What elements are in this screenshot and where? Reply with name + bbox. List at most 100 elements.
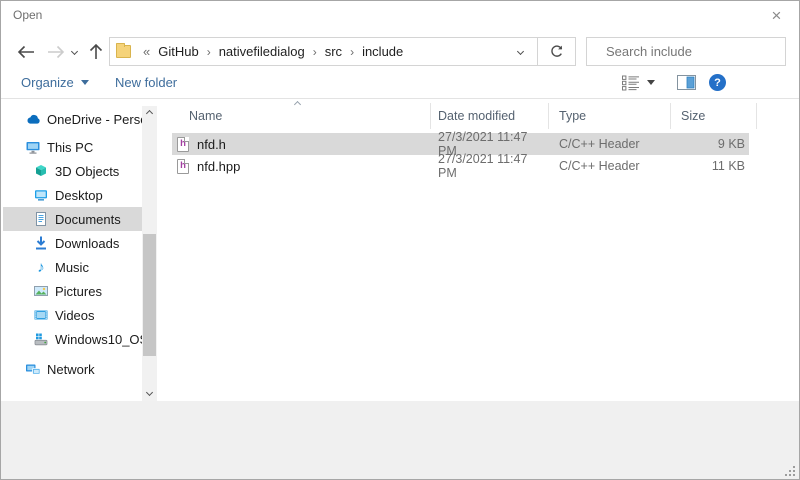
organize-dropdown-icon bbox=[81, 80, 89, 85]
refresh-button[interactable] bbox=[537, 37, 576, 66]
breadcrumb-separator: › bbox=[202, 45, 216, 59]
sidebar-item-this-pc[interactable]: This PC bbox=[3, 135, 142, 159]
sidebar-item-desktop[interactable]: Desktop bbox=[3, 183, 142, 207]
column-header-size[interactable]: Size bbox=[671, 103, 757, 129]
sidebar-item-network[interactable]: Network bbox=[3, 357, 142, 381]
desktop-icon bbox=[33, 187, 49, 203]
file-name: nfd.h bbox=[197, 137, 226, 152]
window-title: Open bbox=[13, 8, 42, 22]
chevron-up-icon bbox=[146, 110, 153, 117]
help-button[interactable]: ? bbox=[709, 67, 726, 98]
drive-icon bbox=[33, 331, 49, 347]
recent-locations-button[interactable] bbox=[67, 37, 81, 66]
sidebar-item-label: Documents bbox=[55, 212, 121, 227]
sidebar-item-label: OneDrive - Person bbox=[47, 112, 142, 127]
breadcrumb-item-github[interactable]: GitHub bbox=[155, 44, 201, 59]
scroll-down-button[interactable] bbox=[142, 386, 157, 401]
sidebar-item-label: This PC bbox=[47, 140, 93, 155]
sidebar-item-windows10-os[interactable]: Windows10_OS ( bbox=[3, 327, 142, 351]
document-icon bbox=[33, 211, 49, 227]
column-headers: Name Date modified Type Size bbox=[171, 103, 790, 130]
address-bar[interactable]: « GitHub › nativefiledialog › src › incl… bbox=[109, 37, 538, 66]
sidebar-item-pictures[interactable]: Pictures bbox=[3, 279, 142, 303]
sort-ascending-icon bbox=[294, 101, 301, 108]
up-arrow-icon bbox=[88, 43, 104, 61]
close-icon: × bbox=[772, 7, 782, 24]
sidebar-item-label: Downloads bbox=[55, 236, 119, 251]
file-type: C/C++ Header bbox=[549, 155, 671, 177]
video-icon bbox=[33, 307, 49, 323]
navigation-pane: OneDrive - Person This PC 3D Objects Des… bbox=[3, 107, 142, 401]
close-button[interactable]: × bbox=[754, 1, 799, 30]
music-note-icon: ♪ bbox=[33, 259, 49, 275]
cube-icon bbox=[33, 163, 49, 179]
sidebar-item-music[interactable]: ♪ Music bbox=[3, 255, 142, 279]
sidebar-item-label: Network bbox=[47, 362, 95, 377]
folder-icon bbox=[116, 45, 131, 58]
sidebar-item-label: Videos bbox=[55, 308, 95, 323]
chevron-down-icon bbox=[146, 389, 153, 396]
file-list: h nfd.h 27/3/2021 11:47 PM C/C++ Header … bbox=[171, 133, 791, 177]
picture-icon bbox=[33, 283, 49, 299]
computer-icon bbox=[25, 139, 41, 155]
column-header-name[interactable]: Name bbox=[171, 103, 431, 129]
view-dropdown-icon bbox=[647, 80, 655, 85]
column-header-date-modified[interactable]: Date modified bbox=[431, 103, 549, 129]
dialog-footer: File name: Headers (*.h;*.hpp) Open Canc… bbox=[1, 401, 799, 480]
breadcrumb-item-include[interactable]: include bbox=[359, 44, 406, 59]
forward-button[interactable] bbox=[43, 37, 69, 66]
file-date: 27/3/2021 11:47 PM bbox=[431, 155, 549, 177]
column-header-spacer bbox=[757, 103, 790, 129]
breadcrumb-item-nativefiledialog[interactable]: nativefiledialog bbox=[216, 44, 308, 59]
sidebar-item-label: 3D Objects bbox=[55, 164, 119, 179]
header-file-icon: h bbox=[177, 137, 189, 152]
header-file-icon: h bbox=[177, 159, 189, 174]
file-type: C/C++ Header bbox=[549, 133, 671, 155]
sidebar-scrollbar[interactable] bbox=[142, 106, 157, 401]
scroll-up-button[interactable] bbox=[142, 106, 157, 121]
organize-label: Organize bbox=[21, 75, 74, 90]
change-view-button[interactable] bbox=[622, 67, 655, 98]
breadcrumb-overflow[interactable]: « bbox=[138, 44, 155, 59]
back-arrow-icon bbox=[16, 44, 36, 60]
network-icon bbox=[25, 361, 41, 377]
organize-button[interactable]: Organize bbox=[21, 67, 89, 98]
search-input[interactable] bbox=[606, 44, 782, 59]
refresh-icon bbox=[549, 44, 564, 59]
preview-pane-icon bbox=[677, 75, 696, 90]
new-folder-button[interactable]: New folder bbox=[115, 67, 177, 98]
sidebar-item-onedrive[interactable]: OneDrive - Person bbox=[3, 107, 142, 131]
sidebar-item-3d-objects[interactable]: 3D Objects bbox=[3, 159, 142, 183]
resize-grip[interactable] bbox=[785, 466, 796, 477]
back-button[interactable] bbox=[13, 37, 39, 66]
help-icon: ? bbox=[709, 74, 726, 91]
forward-arrow-icon bbox=[46, 44, 66, 60]
breadcrumb-item-src[interactable]: src bbox=[322, 44, 345, 59]
breadcrumb-separator: › bbox=[308, 45, 322, 59]
sidebar-item-videos[interactable]: Videos bbox=[3, 303, 142, 327]
chevron-down-icon bbox=[70, 48, 77, 55]
new-folder-label: New folder bbox=[115, 75, 177, 90]
sidebar-item-downloads[interactable]: Downloads bbox=[3, 231, 142, 255]
column-header-type[interactable]: Type bbox=[549, 103, 671, 129]
file-name: nfd.hpp bbox=[197, 159, 240, 174]
open-file-dialog: Open × « GitHub › nativefiledialog › src… bbox=[0, 0, 800, 480]
scrollbar-thumb[interactable] bbox=[143, 234, 156, 356]
onedrive-cloud-icon bbox=[25, 111, 41, 127]
details-view-icon bbox=[622, 75, 640, 91]
file-row-nfd-hpp[interactable]: h nfd.hpp 27/3/2021 11:47 PM C/C++ Heade… bbox=[171, 155, 791, 177]
search-box[interactable] bbox=[586, 37, 786, 66]
address-dropdown-icon[interactable] bbox=[517, 48, 524, 55]
file-size: 9 KB bbox=[671, 133, 757, 155]
breadcrumb-separator: › bbox=[345, 45, 359, 59]
up-button[interactable] bbox=[83, 37, 109, 66]
command-toolbar: Organize New folder ? bbox=[1, 67, 799, 99]
preview-pane-button[interactable] bbox=[677, 67, 696, 98]
file-size: 11 KB bbox=[671, 155, 757, 177]
title-bar[interactable]: Open × bbox=[1, 1, 799, 30]
sidebar-item-documents[interactable]: Documents bbox=[3, 207, 142, 231]
download-arrow-icon bbox=[33, 235, 49, 251]
sidebar-item-label: Music bbox=[55, 260, 89, 275]
sidebar-item-label: Desktop bbox=[55, 188, 103, 203]
sidebar-item-label: Pictures bbox=[55, 284, 102, 299]
